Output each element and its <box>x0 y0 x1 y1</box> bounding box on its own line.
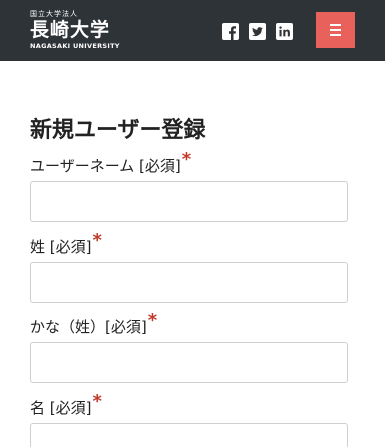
logo-university-name: 長崎大学 <box>30 19 111 41</box>
first-name-label-text: 名 [必須] <box>30 399 92 417</box>
hamburger-menu-button[interactable] <box>316 12 355 48</box>
required-mark: * <box>92 230 102 251</box>
menu-icon-bar <box>330 34 341 36</box>
linkedin-icon[interactable] <box>276 23 293 40</box>
university-logo[interactable]: 国立大学法人 長崎大学 NAGASAKI UNIVERSITY <box>30 10 120 51</box>
required-mark: * <box>181 149 192 170</box>
last-name-label-text: 姓 [必須] <box>30 238 92 256</box>
username-label-text: ユーザーネーム [必須] <box>30 157 181 175</box>
username-label: ユーザーネーム [必須]* <box>30 149 191 177</box>
first-name-label: 名 [必須]* <box>30 391 102 419</box>
logo-university-en: NAGASAKI UNIVERSITY <box>30 42 120 50</box>
page-title: 新規ユーザー登録 <box>30 118 206 143</box>
logo-org-label: 国立大学法人 <box>30 10 78 18</box>
last-name-kana-label: かな（姓）[必須]* <box>30 310 157 338</box>
menu-icon-bar <box>330 29 341 31</box>
required-mark: * <box>92 391 102 412</box>
last-name-kana-label-text: かな（姓）[必須] <box>30 318 147 336</box>
username-input[interactable] <box>30 181 348 222</box>
last-name-input[interactable] <box>30 262 348 303</box>
site-header: 国立大学法人 長崎大学 NAGASAKI UNIVERSITY <box>0 0 385 61</box>
last-name-label: 姓 [必須]* <box>30 230 102 258</box>
menu-icon-bar <box>330 24 341 26</box>
last-name-kana-input[interactable] <box>30 342 348 383</box>
facebook-icon[interactable] <box>222 23 239 40</box>
required-mark: * <box>147 310 158 331</box>
first-name-input[interactable] <box>30 423 348 447</box>
twitter-icon[interactable] <box>249 23 266 40</box>
